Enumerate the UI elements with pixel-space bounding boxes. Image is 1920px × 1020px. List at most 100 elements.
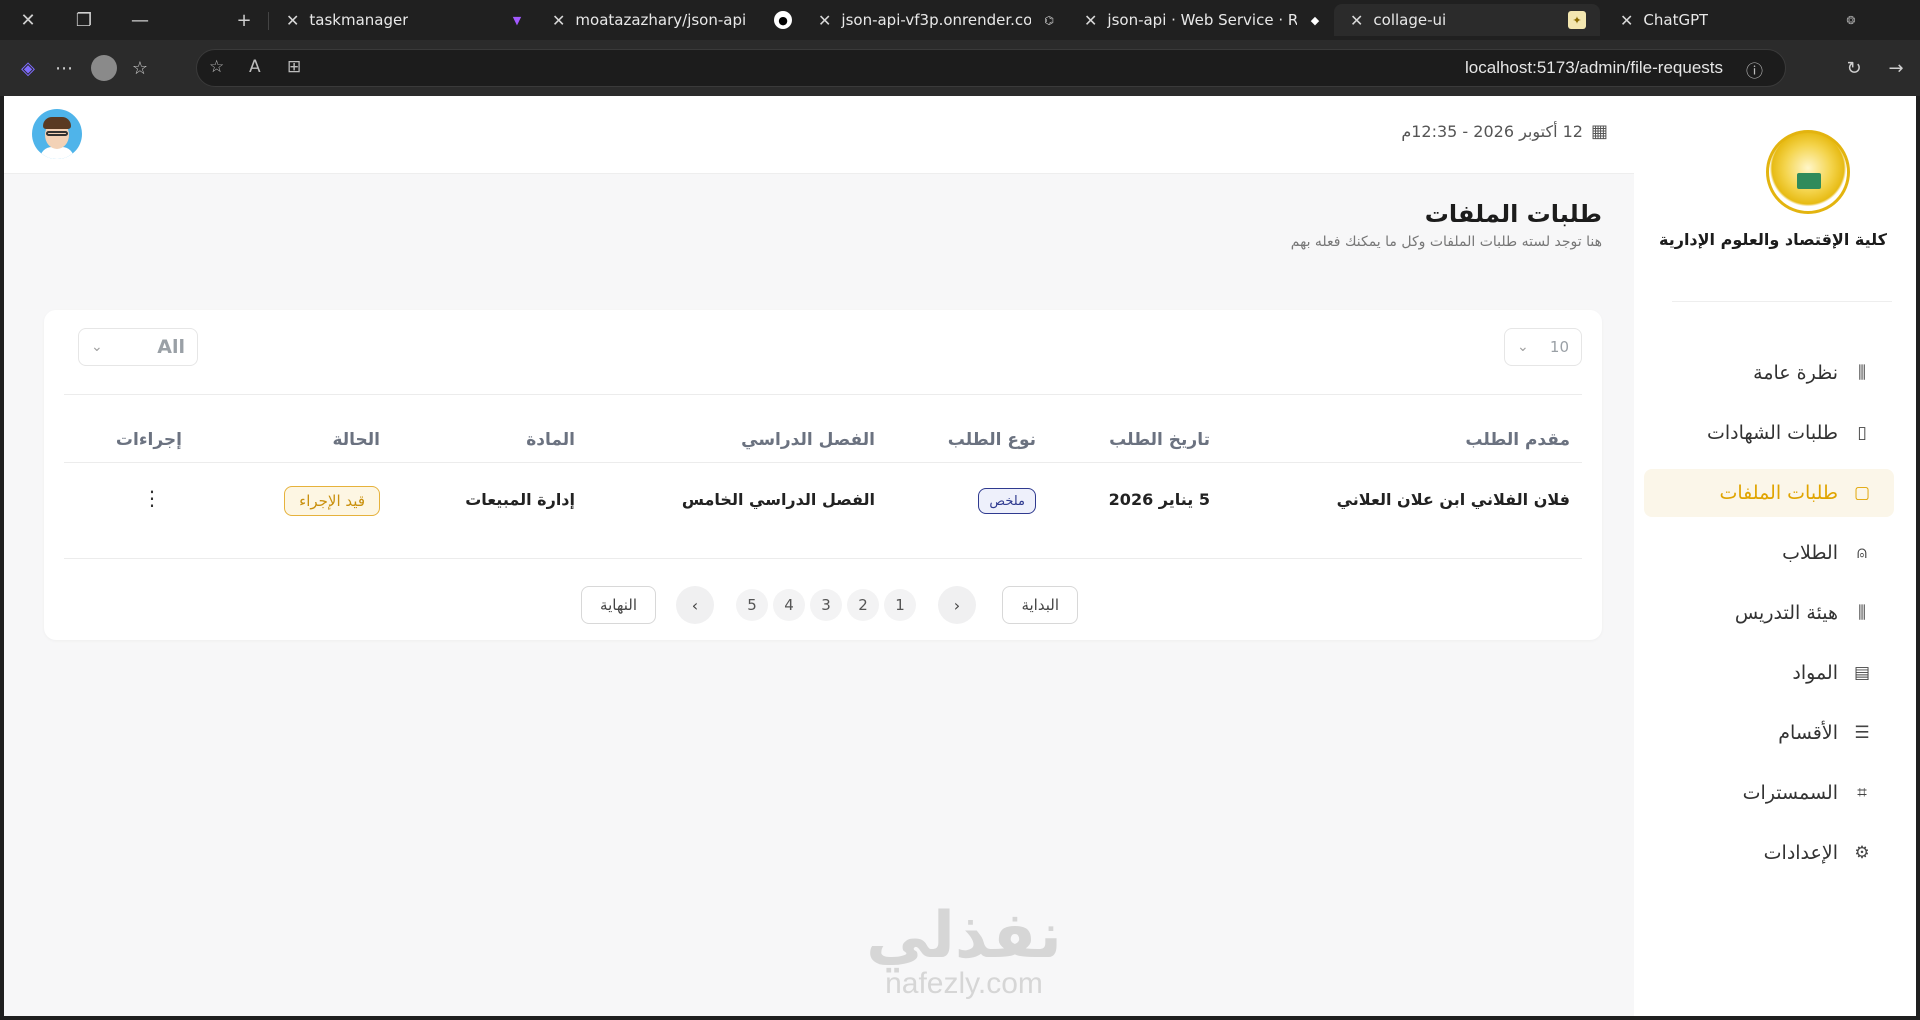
column-header: الحالة bbox=[332, 430, 380, 450]
sidebar-item-label: السمسترات bbox=[1742, 782, 1838, 804]
calendar-icon: ▦ bbox=[1590, 121, 1608, 142]
openai-icon: ❂ bbox=[1846, 13, 1856, 27]
browser-tab[interactable]: ✕ moatazazhary/json-api ● bbox=[536, 4, 798, 36]
browser-tab[interactable]: ✕ taskmanager ▼ bbox=[270, 4, 532, 36]
browser-tab-active[interactable]: ✕ collage-ui ✦ bbox=[1334, 4, 1600, 36]
close-window-icon[interactable]: ✕ bbox=[0, 0, 56, 40]
browser-tab-strip: ✕ ❐ — + ✕ taskmanager ▼ ✕ moatazazhary/j… bbox=[0, 0, 1920, 40]
bar-chart-icon: ⫼ bbox=[1858, 363, 1866, 383]
tab-title: json-api-vf3p.onrender.com/ bbox=[841, 11, 1032, 29]
applicant-cell: فلان الفلاني ابن علان العلاني bbox=[1336, 490, 1570, 509]
requests-card: ⌄ 10 ⌄ All مقدم الطلب تاريخ الطلب نوع ال… bbox=[44, 310, 1602, 640]
book-icon: ▤ bbox=[1853, 663, 1871, 683]
vite-icon: ▼ bbox=[512, 13, 522, 27]
page-button-3[interactable]: 3 bbox=[810, 589, 842, 621]
url-text[interactable]: localhost:5173/admin/file-requests bbox=[1465, 58, 1723, 78]
split-screen-icon[interactable]: ⊞ bbox=[287, 57, 301, 77]
date-time: ▦ 12 أكتوبر 2026 - 12:35م bbox=[1401, 121, 1608, 142]
page-heading: طلبات الملفات هنا توجد لسته طلبات الملفا… bbox=[1291, 200, 1602, 250]
page-size-select[interactable]: ⌄ 10 bbox=[1504, 328, 1582, 366]
user-icon: ⍝ bbox=[1856, 543, 1868, 563]
tab-close-icon[interactable]: ✕ bbox=[1350, 11, 1363, 30]
sidebar-item-semesters[interactable]: ⌗ السمسترات bbox=[1634, 769, 1916, 817]
sidebar-divider bbox=[1672, 301, 1892, 302]
restore-window-icon[interactable]: ❐ bbox=[56, 0, 112, 40]
avatar[interactable] bbox=[32, 109, 82, 159]
browser-tab[interactable]: ✕ json-api-vf3p.onrender.com/ ⌬ bbox=[802, 4, 1064, 36]
page-button-4[interactable]: 4 bbox=[773, 589, 805, 621]
file-icon: ▢ bbox=[1853, 483, 1871, 503]
browser-tab[interactable]: ✕ json-api · Web Service · Ren ◆ bbox=[1068, 4, 1330, 36]
browser-tab[interactable]: ✕ ChatGPT ❂ bbox=[1604, 4, 1866, 36]
first-page-button[interactable]: البداية bbox=[1002, 586, 1078, 624]
row-actions-icon[interactable]: ⋮ bbox=[142, 486, 162, 510]
column-header: المادة bbox=[526, 430, 575, 450]
page-button-2[interactable]: 2 bbox=[847, 589, 879, 621]
address-bar[interactable]: ☆ A ⊞ localhost:5173/admin/file-requests… bbox=[196, 49, 1786, 87]
sidebar-item-label: المواد bbox=[1792, 662, 1838, 684]
sidebar: كلية الإقتصاد والعلوم الإدارية ⫼ نظرة عا… bbox=[1634, 96, 1916, 1016]
copilot-icon[interactable]: ◈ bbox=[10, 50, 46, 86]
forward-icon[interactable]: → bbox=[1878, 50, 1914, 86]
favorites-icon[interactable]: ☆ bbox=[122, 50, 158, 86]
render-icon: ⌬ bbox=[1044, 13, 1054, 27]
sidebar-item-label: نظرة عامة bbox=[1753, 362, 1838, 384]
last-page-button[interactable]: النهاية bbox=[581, 586, 656, 624]
sidebar-item-departments[interactable]: ☰ الأقسام bbox=[1634, 709, 1916, 757]
site-info-icon[interactable]: ⓘ bbox=[1746, 57, 1763, 82]
watermark: نفذلي nafezly.com bbox=[854, 904, 1074, 1000]
status-filter-select[interactable]: ⌄ All bbox=[78, 328, 198, 366]
sidebar-item-overview[interactable]: ⫼ نظرة عامة bbox=[1634, 349, 1916, 397]
gear-icon: ⚙ bbox=[1854, 843, 1870, 863]
minimize-window-icon[interactable]: — bbox=[112, 0, 168, 40]
top-bar: ▦ 12 أكتوبر 2026 - 12:35م bbox=[4, 96, 1634, 174]
column-header: مقدم الطلب bbox=[1465, 430, 1570, 450]
page-title: طلبات الملفات bbox=[1424, 200, 1602, 228]
watermark-arabic: نفذلي bbox=[866, 899, 1062, 973]
book-open-icon: ▯ bbox=[1857, 423, 1867, 443]
sidebar-item-certificate-requests[interactable]: ▯ طلبات الشهادات bbox=[1634, 409, 1916, 457]
sidebar-item-faculty[interactable]: ⫼ هيئة التدريس bbox=[1634, 589, 1916, 637]
tab-close-icon[interactable]: ✕ bbox=[552, 11, 565, 30]
sidebar-item-subjects[interactable]: ▤ المواد bbox=[1634, 649, 1916, 697]
tab-close-icon[interactable]: ✕ bbox=[818, 11, 831, 30]
column-header: تاريخ الطلب bbox=[1109, 430, 1210, 450]
tab-close-icon[interactable]: ✕ bbox=[1084, 11, 1097, 30]
star-icon[interactable]: ☆ bbox=[209, 57, 224, 77]
semester-cell: الفصل الدراسي الخامس bbox=[681, 490, 875, 509]
browser-toolbar: ◈ ⋯ ☆ ☆ A ⊞ localhost:5173/admin/file-re… bbox=[0, 40, 1920, 96]
github-icon: ● bbox=[774, 11, 792, 29]
divider bbox=[64, 394, 1582, 395]
page: كلية الإقتصاد والعلوم الإدارية ⫼ نظرة عا… bbox=[4, 96, 1916, 1016]
sidebar-item-label: الإعدادات bbox=[1763, 842, 1838, 864]
college-name: كلية الإقتصاد والعلوم الإدارية bbox=[1659, 230, 1887, 249]
read-aloud-icon[interactable]: A bbox=[249, 57, 261, 77]
sidebar-item-file-requests[interactable]: ▢ طلبات الملفات bbox=[1644, 469, 1894, 517]
sidebar-item-label: هيئة التدريس bbox=[1734, 602, 1838, 624]
previous-page-button[interactable]: ‹ bbox=[938, 586, 976, 624]
new-tab-icon[interactable]: + bbox=[216, 0, 272, 40]
sidebar-item-label: طلبات الشهادات bbox=[1706, 422, 1838, 444]
sidebar-item-settings[interactable]: ⚙ الإعدادات bbox=[1634, 829, 1916, 877]
next-page-button[interactable]: › bbox=[676, 586, 714, 624]
column-header: الفصل الدراسي bbox=[741, 430, 875, 450]
tab-close-icon[interactable]: ✕ bbox=[286, 11, 299, 30]
column-header: نوع الطلب bbox=[947, 430, 1036, 450]
request-type-badge: ملخص bbox=[978, 488, 1036, 514]
tab-title: json-api · Web Service · Ren bbox=[1107, 11, 1298, 29]
divider bbox=[64, 462, 1582, 463]
more-menu-icon[interactable]: ⋯ bbox=[46, 50, 82, 86]
chevron-down-icon: ⌄ bbox=[1517, 339, 1529, 355]
sidebar-item-students[interactable]: ⍝ الطلاب bbox=[1634, 529, 1916, 577]
page-button-5[interactable]: 5 bbox=[736, 589, 768, 621]
tab-title: ChatGPT bbox=[1643, 11, 1709, 29]
page-size-value: 10 bbox=[1549, 338, 1569, 356]
date-cell: 5 يناير 2026 bbox=[1108, 490, 1210, 509]
refresh-icon[interactable]: ↻ bbox=[1836, 50, 1872, 86]
profile-icon[interactable] bbox=[86, 50, 122, 86]
tab-close-icon[interactable]: ✕ bbox=[1620, 11, 1633, 30]
page-button-1[interactable]: 1 bbox=[884, 589, 916, 621]
college-logo bbox=[1766, 130, 1850, 214]
college-icon: ✦ bbox=[1568, 11, 1586, 29]
tab-title: taskmanager bbox=[309, 11, 409, 29]
